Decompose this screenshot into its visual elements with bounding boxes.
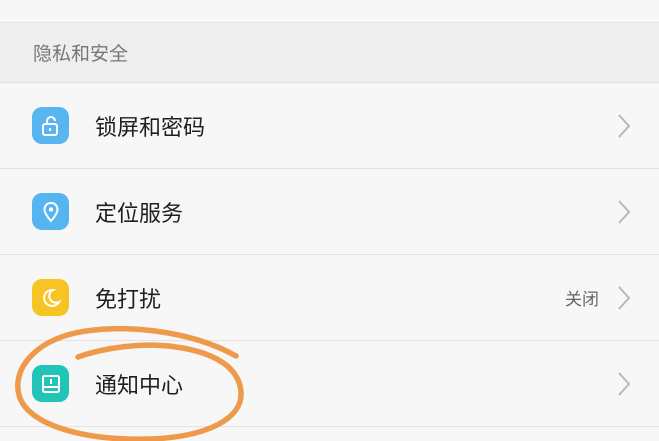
settings-item-label: 免打扰 xyxy=(95,287,162,313)
section-title: 隐私和安全 xyxy=(33,43,129,65)
chevron-right-icon xyxy=(618,113,631,138)
settings-item-label: 定位服务 xyxy=(95,201,184,227)
settings-item-label: 锁屏和密码 xyxy=(95,115,206,141)
location-pin-icon xyxy=(32,193,69,230)
unlock-icon xyxy=(32,107,69,144)
settings-screen: 隐私和安全 锁屏和密码 定位服务 免打扰 关闭 通知中心 xyxy=(0,0,659,441)
chevron-right-icon xyxy=(618,285,631,310)
notification-center-icon xyxy=(32,365,69,402)
chevron-right-icon xyxy=(618,199,631,224)
settings-item-label: 通知中心 xyxy=(95,373,184,399)
settings-item-location-service[interactable]: 定位服务 xyxy=(0,169,659,255)
settings-item-lock-screen[interactable]: 锁屏和密码 xyxy=(0,83,659,169)
settings-item-do-not-disturb[interactable]: 免打扰 关闭 xyxy=(0,255,659,341)
top-strip xyxy=(0,0,659,23)
moon-icon xyxy=(32,279,69,316)
chevron-right-icon xyxy=(618,371,631,396)
settings-item-notification-center[interactable]: 通知中心 xyxy=(0,341,659,427)
settings-item-value: 关闭 xyxy=(565,290,599,310)
section-header: 隐私和安全 xyxy=(0,23,659,83)
